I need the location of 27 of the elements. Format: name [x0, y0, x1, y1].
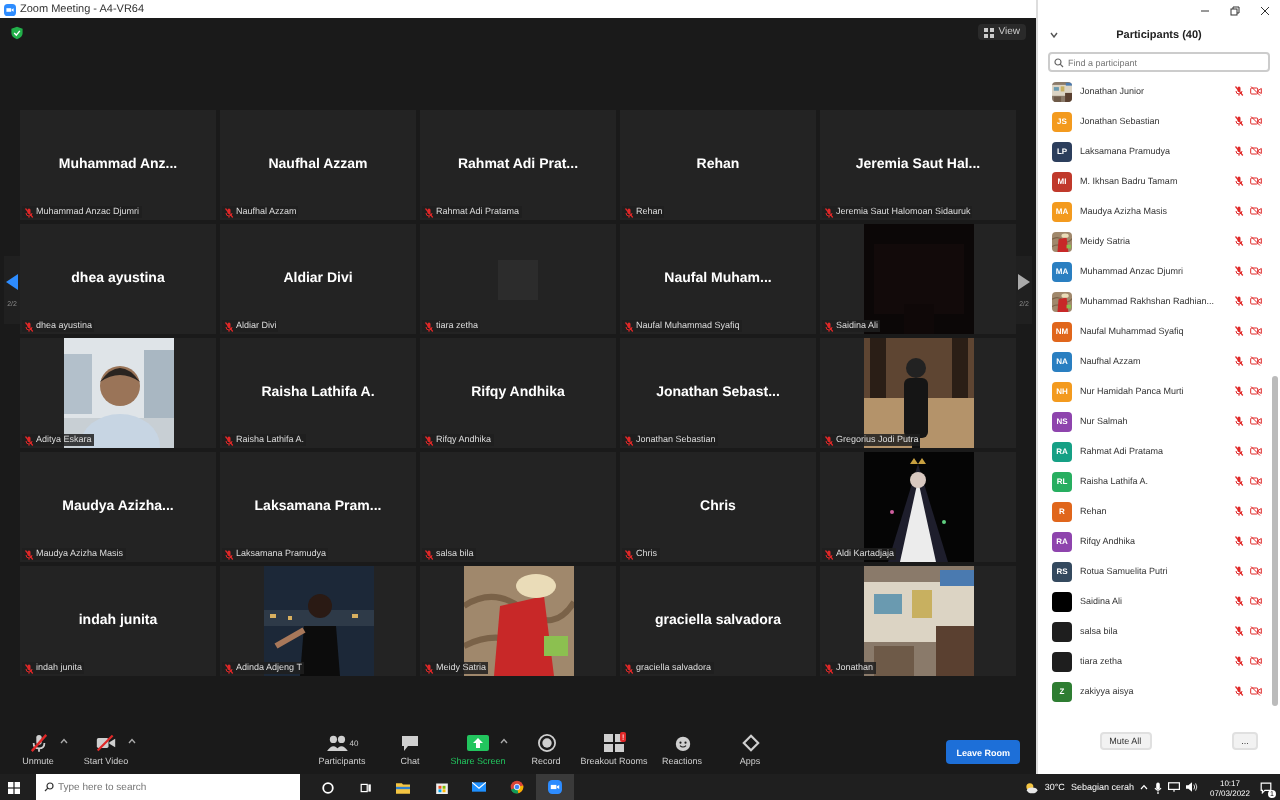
shield-icon[interactable]	[10, 25, 24, 39]
speaker-icon[interactable]	[1185, 782, 1198, 792]
record-icon	[537, 734, 555, 752]
chat-icon	[400, 734, 420, 752]
minimize-icon[interactable]	[1200, 5, 1210, 15]
caret-icon[interactable]	[128, 738, 136, 744]
muted-mic-icon	[29, 734, 47, 752]
share-screen-icon	[466, 734, 490, 752]
video-off-icon	[96, 734, 116, 752]
monitor-icon[interactable]	[1167, 782, 1180, 792]
grid-icon	[984, 27, 995, 37]
caret-icon[interactable]	[500, 738, 508, 744]
search-icon	[44, 782, 54, 792]
people-icon	[325, 734, 348, 752]
speech-bubble-icon	[1260, 781, 1272, 793]
video-camera-icon[interactable]	[536, 774, 574, 800]
restore-icon[interactable]	[1230, 5, 1240, 15]
grid-icon	[604, 734, 624, 752]
mic-icon[interactable]	[1153, 781, 1162, 793]
windows-icon	[8, 781, 20, 793]
close-icon[interactable]	[1260, 5, 1270, 15]
caret-icon[interactable]	[60, 738, 68, 744]
chevron-icon[interactable]	[1050, 32, 1058, 38]
apps-icon	[741, 734, 759, 752]
sun-cloud-icon	[1024, 781, 1039, 793]
search-icon	[1054, 57, 1064, 67]
scrollbar-thumb[interactable]	[1272, 376, 1278, 706]
